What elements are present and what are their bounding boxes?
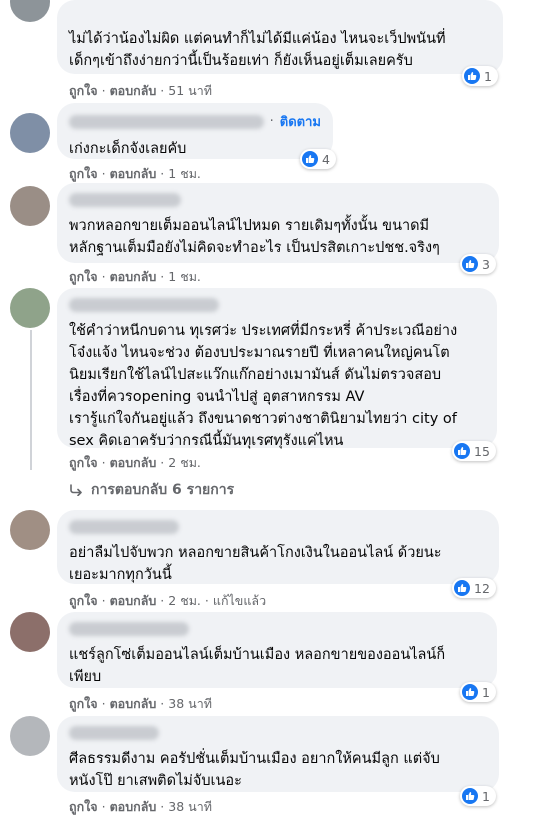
follow-button[interactable]: ติดตาม (280, 111, 321, 132)
thumbs-up-icon (454, 580, 470, 596)
reaction-badge[interactable]: 15 (452, 441, 496, 461)
like-link[interactable]: ถูกใจ (69, 269, 98, 284)
thread-line (30, 330, 32, 470)
author-name-redacted (69, 298, 219, 312)
edited-label[interactable]: แก้ไขแล้ว (213, 593, 266, 608)
reaction-badge[interactable]: 1 (460, 682, 496, 702)
author-name-redacted (69, 193, 181, 207)
reaction-count: 4 (322, 151, 330, 167)
timestamp[interactable]: 2 ชม. (168, 593, 201, 608)
like-link[interactable]: ถูกใจ (69, 83, 98, 98)
comment-actions: ถูกใจ · ตอบกลับ · 51 นาที (69, 83, 212, 98)
timestamp[interactable]: 1 ชม. (168, 269, 201, 284)
author-name-redacted (69, 520, 179, 534)
reply-link[interactable]: ตอบกลับ (110, 166, 157, 181)
comment-text: ใช้คำว่าหนีกบดาน ทุเรศว่ะ ประเทศที่มีกระ… (69, 323, 458, 449)
reaction-badge[interactable]: 12 (452, 578, 496, 598)
reaction-count: 1 (484, 68, 492, 84)
reaction-count: 12 (474, 580, 490, 596)
avatar[interactable] (10, 716, 50, 756)
timestamp[interactable]: 38 นาที (168, 799, 212, 814)
author-name-redacted (69, 622, 189, 636)
reaction-count: 15 (474, 443, 490, 459)
like-link[interactable]: ถูกใจ (69, 799, 98, 814)
reaction-count: 1 (482, 788, 490, 804)
avatar[interactable] (10, 186, 50, 226)
comment-bubble: · ติดตาม เก่งกะเด็กจังเลยคับ (57, 103, 333, 159)
thumbs-up-icon (462, 256, 478, 272)
avatar[interactable] (10, 288, 50, 328)
reply-link[interactable]: ตอบกลับ (110, 593, 157, 608)
reaction-badge[interactable]: 4 (300, 149, 336, 169)
reply-link[interactable]: ตอบกลับ (110, 696, 157, 711)
comment-text: ศีลธรรมดีงาม คอรัปชั่นเต็มบ้านเมือง อยาก… (69, 751, 440, 789)
avatar[interactable] (10, 612, 50, 652)
comment-bubble: แชร์ลูกโซ่เต็มออนไลน์เต็มบ้านเมือง หลอกข… (57, 612, 497, 688)
comment-text: ไม่ได้ว่าน้องไม่ผิด แต่คนทำก็ไม่ได้มีแค่… (69, 31, 446, 69)
reaction-badge[interactable]: 3 (460, 254, 496, 274)
comment-text: อย่าลืมไปจับพวก หลอกขายสินค้าโกงเงินในออ… (69, 545, 442, 583)
reaction-badge[interactable]: 1 (460, 786, 496, 806)
comment-text: พวกหลอกขายเต็มออนไลน์ไปหมด รายเดิมๆทั้งน… (69, 218, 440, 256)
comment-actions: ถูกใจ · ตอบกลับ · 2 ชม. (69, 455, 201, 470)
reaction-count: 3 (482, 256, 490, 272)
timestamp[interactable]: 51 นาที (168, 83, 212, 98)
reply-arrow-icon (70, 484, 82, 496)
comment-actions: ถูกใจ · ตอบกลับ · 38 นาที (69, 799, 212, 814)
timestamp[interactable]: 2 ชม. (168, 455, 201, 470)
avatar[interactable] (10, 510, 50, 550)
reaction-badge[interactable]: 1 (462, 66, 498, 86)
comment-bubble: ไม่ได้ว่าน้องไม่ผิด แต่คนทำก็ไม่ได้มีแค่… (57, 0, 503, 74)
thumbs-up-icon (464, 68, 480, 84)
reply-link[interactable]: ตอบกลับ (110, 799, 157, 814)
comment-actions: ถูกใจ · ตอบกลับ · 2 ชม. · แก้ไขแล้ว (69, 593, 267, 608)
thumbs-up-icon (462, 684, 478, 700)
comment-bubble: ศีลธรรมดีงาม คอรัปชั่นเต็มบ้านเมือง อยาก… (57, 716, 499, 792)
author-row: · ติดตาม (69, 111, 321, 132)
timestamp[interactable]: 1 ชม. (168, 166, 201, 181)
comment-text: เก่งกะเด็กจังเลยคับ (69, 141, 187, 157)
thumbs-up-icon (302, 151, 318, 167)
comment-actions: ถูกใจ · ตอบกลับ · 38 นาที (69, 696, 212, 711)
like-link[interactable]: ถูกใจ (69, 455, 98, 470)
comment-bubble: ใช้คำว่าหนีกบดาน ทุเรศว่ะ ประเทศที่มีกระ… (57, 288, 497, 449)
reply-link[interactable]: ตอบกลับ (110, 269, 157, 284)
thumbs-up-icon (454, 443, 470, 459)
author-name-redacted (69, 114, 264, 129)
reaction-count: 1 (482, 684, 490, 700)
timestamp[interactable]: 38 นาที (168, 696, 212, 711)
author-name-redacted (69, 726, 159, 740)
reply-link[interactable]: ตอบกลับ (110, 83, 157, 98)
like-link[interactable]: ถูกใจ (69, 166, 98, 181)
view-replies-button[interactable]: การตอบกลับ 6 รายการ (69, 479, 234, 501)
replies-count-label: การตอบกลับ 6 รายการ (91, 482, 235, 498)
reply-link[interactable]: ตอบกลับ (110, 455, 157, 470)
like-link[interactable]: ถูกใจ (69, 593, 98, 608)
thumbs-up-icon (462, 788, 478, 804)
comment-actions: ถูกใจ · ตอบกลับ · 1 ชม. (69, 166, 201, 181)
comment-actions: ถูกใจ · ตอบกลับ · 1 ชม. (69, 269, 201, 284)
comment-bubble: พวกหลอกขายเต็มออนไลน์ไปหมด รายเดิมๆทั้งน… (57, 183, 499, 263)
comment-bubble: อย่าลืมไปจับพวก หลอกขายสินค้าโกงเงินในออ… (57, 510, 499, 584)
comment-text: แชร์ลูกโซ่เต็มออนไลน์เต็มบ้านเมือง หลอกข… (69, 647, 446, 685)
like-link[interactable]: ถูกใจ (69, 696, 98, 711)
avatar[interactable] (10, 0, 50, 22)
avatar[interactable] (10, 113, 50, 153)
